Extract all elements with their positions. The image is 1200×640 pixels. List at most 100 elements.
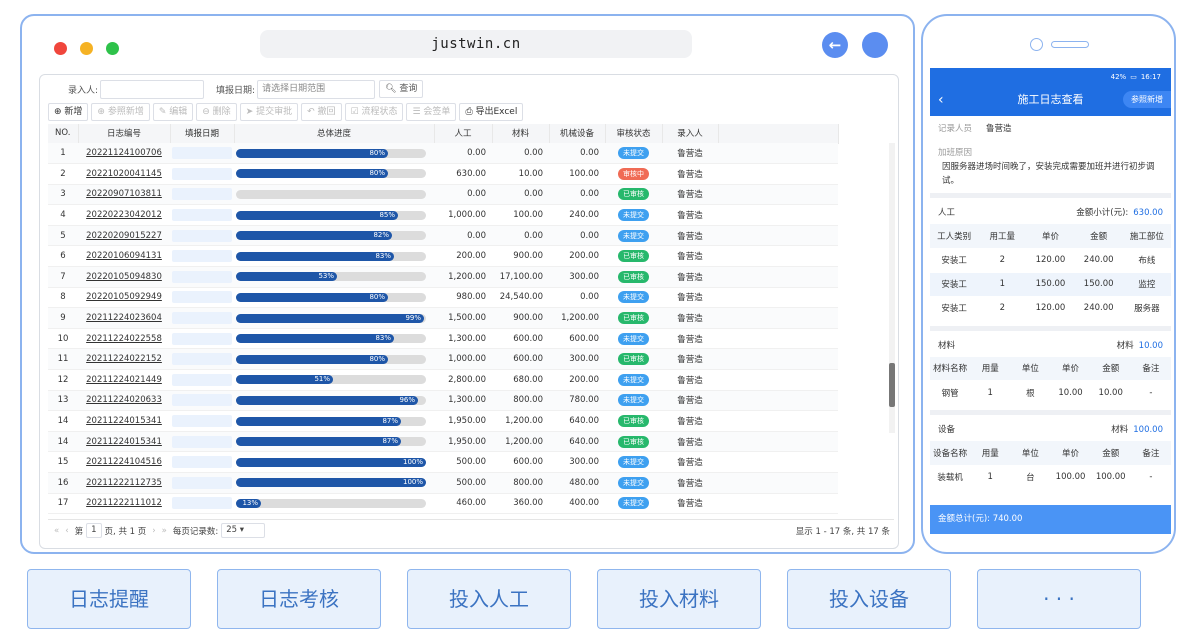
profile-circle-icon[interactable] <box>862 32 888 58</box>
log-code-link[interactable]: 20211222112735 <box>86 478 162 488</box>
table-row[interactable]: 10 20211224022558 83% 1,300.00 600.00 600.00 未… <box>48 328 838 350</box>
delete-button[interactable]: ⊖ 删除 <box>196 103 237 121</box>
row-code[interactable]: 20211224104516 <box>78 451 170 473</box>
row-code[interactable]: 20211222111012 <box>78 493 170 515</box>
next-page-icon[interactable]: › <box>152 526 155 536</box>
col-material[interactable]: 材料 <box>492 124 550 144</box>
row-code[interactable]: 20211224021449 <box>78 369 170 391</box>
flow-status-button[interactable]: ☑ 流程状态 <box>344 103 404 121</box>
log-code-link[interactable]: 20211222111012 <box>86 498 162 508</box>
export-excel-button[interactable]: ⎙ 导出Excel <box>459 103 524 121</box>
table-row[interactable]: 15 20211224104516 100% 500.00 600.00 300.00 未提… <box>48 451 838 473</box>
table-row[interactable]: 3 20220907103811 0.00 0.00 0.00 已审核 鲁营造 <box>48 184 838 206</box>
window-controls <box>54 42 119 55</box>
submit-button[interactable]: ➤ 提交审批 <box>239 103 299 121</box>
tile-log-assessment[interactable]: 日志考核 <box>217 569 381 629</box>
query-button[interactable]: 🔍︎ 查询 <box>379 80 424 98</box>
log-code-link[interactable]: 20220209015227 <box>86 231 162 241</box>
first-page-icon[interactable]: « <box>54 526 59 536</box>
row-code[interactable]: 20220223042012 <box>78 204 170 226</box>
row-no: 3 <box>48 184 78 206</box>
log-code-link[interactable]: 20220223042012 <box>86 210 162 220</box>
tile-material[interactable]: 投入材料 <box>597 569 761 629</box>
log-code-link[interactable]: 20221124100706 <box>86 148 162 158</box>
phone-back-icon[interactable]: ‹ <box>938 86 944 114</box>
col-code[interactable]: 日志编号 <box>78 124 171 144</box>
row-code[interactable]: 20211222112735 <box>78 472 170 494</box>
page-input[interactable]: 1 <box>86 523 102 538</box>
row-code[interactable]: 20211224015341 <box>78 410 170 432</box>
row-code[interactable]: 20211224020633 <box>78 390 170 412</box>
log-code-link[interactable]: 20211224020633 <box>86 395 162 405</box>
log-code-link[interactable]: 20211224022152 <box>86 354 162 364</box>
close-dot[interactable] <box>54 42 67 55</box>
row-code[interactable]: 20220209015227 <box>78 225 170 247</box>
address-bar[interactable]: justwin.cn <box>260 30 692 58</box>
table-row[interactable]: 2 20221020041145 80% 630.00 10.00 100.00 审核中 鲁营… <box>48 163 838 185</box>
table-row[interactable]: 13 20211224020633 96% 1,300.00 800.00 780.00 未… <box>48 390 838 412</box>
ref-add-button[interactable]: ⊕ 参照新增 <box>91 103 150 121</box>
tile-more[interactable]: · · · <box>977 569 1141 629</box>
table-scrollbar[interactable] <box>889 143 895 433</box>
row-code[interactable]: 20220105094830 <box>78 266 170 288</box>
log-code-link[interactable]: 20220105092949 <box>86 292 162 302</box>
log-code-link[interactable]: 20220105094830 <box>86 272 162 282</box>
ref-add-tag[interactable]: 参照新增 <box>1123 91 1171 108</box>
date-range-input[interactable]: 请选择日期范围 <box>257 79 376 99</box>
log-code-link[interactable]: 20211224104516 <box>86 457 162 467</box>
log-code-link[interactable]: 20220106094131 <box>86 251 162 261</box>
prev-page-icon[interactable]: ‹ <box>65 526 68 536</box>
col-labor[interactable]: 人工 <box>434 124 493 144</box>
log-code-link[interactable]: 20221020041145 <box>86 169 162 179</box>
col-user[interactable]: 录入人 <box>662 124 719 144</box>
table-row[interactable]: 9 20211224023604 99% 1,500.00 900.00 1,200.00… <box>48 307 838 329</box>
tile-labor[interactable]: 投入人工 <box>407 569 571 629</box>
col-no[interactable]: NO. <box>48 124 79 144</box>
table-row[interactable]: 8 20220105092949 80% 980.00 24,540.00 0.00 未提交… <box>48 287 838 309</box>
col-progress[interactable]: 总体进度 <box>234 124 435 144</box>
maximize-dot[interactable] <box>106 42 119 55</box>
row-code[interactable]: 20211224015341 <box>78 431 170 453</box>
col-date[interactable]: 填报日期 <box>170 124 235 144</box>
withdraw-button[interactable]: ↶ 撤回 <box>301 103 342 121</box>
table-row[interactable]: 12 20211224021449 51% 2,800.00 680.00 200.00 未… <box>48 369 838 391</box>
log-code-link[interactable]: 20211224021449 <box>86 375 162 385</box>
row-code[interactable]: 20221124100706 <box>78 143 170 165</box>
log-code-link[interactable]: 20211224022558 <box>86 334 162 344</box>
row-code[interactable]: 20220105092949 <box>78 287 170 309</box>
table-row[interactable]: 5 20220209015227 82% 0.00 0.00 0.00 未提交 鲁营造 <box>48 225 838 247</box>
table-row[interactable]: 1 20221124100706 80% 0.00 0.00 0.00 未提交 鲁营造 <box>48 143 838 165</box>
row-code[interactable]: 20211224023604 <box>78 307 170 329</box>
table-row[interactable]: 16 20211222112735 100% 500.00 800.00 480.00 未提… <box>48 472 838 494</box>
log-app: 录入人: 填报日期: 请选择日期范围 🔍︎ 查询 ⊕ 新增 ⊕ 参照新增 ✎ 编… <box>39 74 899 549</box>
table-row[interactable]: 17 20211222111012 13% 460.00 360.00 400.00 未提交… <box>48 493 838 515</box>
log-code-link[interactable]: 20211224015341 <box>86 416 162 426</box>
countersign-button[interactable]: ☰ 会签单 <box>406 103 457 121</box>
table-row[interactable]: 11 20211224022152 80% 1,000.00 600.00 300.00 已… <box>48 348 838 371</box>
row-code[interactable]: 20220106094131 <box>78 245 170 268</box>
table-row[interactable]: 4 20220223042012 85% 1,000.00 100.00 240.00 未提… <box>48 204 838 226</box>
log-code-link[interactable]: 20220907103811 <box>86 189 162 199</box>
row-no: 5 <box>48 225 78 247</box>
tile-log-reminder[interactable]: 日志提醒 <box>27 569 191 629</box>
tile-equipment[interactable]: 投入设备 <box>787 569 951 629</box>
row-code[interactable]: 20211224022152 <box>78 348 170 371</box>
col-equip[interactable]: 机械设备 <box>549 124 606 144</box>
table-row[interactable]: 6 20220106094131 83% 200.00 900.00 200.00 已审核鲁… <box>48 245 838 268</box>
add-button[interactable]: ⊕ 新增 <box>48 103 89 121</box>
log-code-link[interactable]: 20211224023604 <box>86 313 162 323</box>
col-status[interactable]: 审核状态 <box>605 124 663 144</box>
table-row[interactable]: 7 20220105094830 53% 1,200.00 17,100.00 300.0… <box>48 266 838 288</box>
page-size-select[interactable]: 25 ▾ <box>221 523 266 538</box>
table-row[interactable]: 14 20211224015341 87% 1,950.00 1,200.00 640.0… <box>48 431 838 453</box>
table-row[interactable]: 14 20211224015341 87% 1,950.00 1,200.00 640.0… <box>48 410 838 432</box>
last-page-icon[interactable]: » <box>162 526 167 536</box>
log-code-link[interactable]: 20211224015341 <box>86 437 162 447</box>
row-code[interactable]: 20221020041145 <box>78 163 170 185</box>
minimize-dot[interactable] <box>80 42 93 55</box>
recorder-input[interactable] <box>100 79 205 99</box>
back-arrow-icon[interactable]: ← <box>822 32 848 58</box>
edit-button[interactable]: ✎ 编辑 <box>152 103 194 121</box>
row-code[interactable]: 20220907103811 <box>78 184 170 206</box>
row-code[interactable]: 20211224022558 <box>78 328 170 350</box>
